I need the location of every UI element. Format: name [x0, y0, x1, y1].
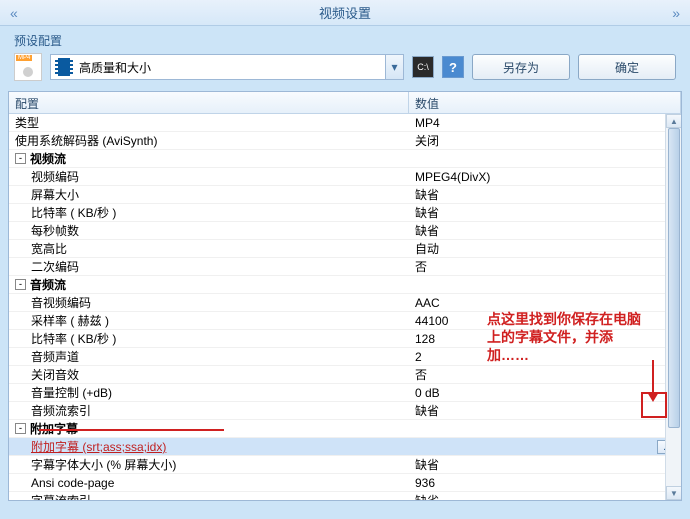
row-value[interactable]: MP4 — [409, 116, 681, 130]
row-label: 字幕流索引 — [31, 492, 91, 500]
chevron-down-icon[interactable]: ▾ — [385, 55, 403, 79]
row-value[interactable]: 否 — [409, 366, 681, 383]
row-value[interactable]: 缺省 — [409, 204, 681, 221]
table-row[interactable]: 屏幕大小 缺省 — [9, 186, 681, 204]
row-value[interactable]: 关闭 — [409, 132, 681, 149]
table-row[interactable]: 类型 MP4 — [9, 114, 681, 132]
row-label: 音频流索引 — [31, 402, 91, 419]
mp4-format-icon — [14, 53, 42, 81]
table-header: 配置 数值 — [9, 92, 681, 114]
scrollbar[interactable]: ▲ ▼ — [665, 114, 681, 500]
expand-toggle-icon[interactable]: - — [15, 279, 26, 290]
row-label: 二次编码 — [31, 258, 79, 275]
expand-toggle-icon[interactable]: - — [15, 153, 26, 164]
row-label: 使用系统解码器 (AviSynth) — [15, 132, 157, 149]
row-label: 音频流 — [30, 276, 66, 293]
row-label: 比特率 ( KB/秒 ) — [31, 330, 116, 347]
row-label: 视频流 — [30, 150, 66, 167]
help-button[interactable]: ? — [442, 56, 464, 78]
row-label: 比特率 ( KB/秒 ) — [31, 204, 116, 221]
table-row[interactable]: 音频声道 2 — [9, 348, 681, 366]
table-row[interactable]: 视频编码 MPEG4(DivX) — [9, 168, 681, 186]
row-label: 视频编码 — [31, 168, 79, 185]
table-row[interactable]: 音频流索引缺省 — [9, 402, 681, 420]
config-table: 配置 数值 类型MP4使用系统解码器 (AviSynth)关闭-视频流视频编码M… — [8, 91, 682, 501]
ok-button[interactable]: 确定 — [578, 54, 676, 80]
row-label: 每秒帧数 — [31, 222, 79, 239]
preset-label: 预设配置 — [14, 32, 676, 49]
table-row[interactable]: 使用系统解码器 (AviSynth) 关闭 — [9, 132, 681, 150]
table-row[interactable]: Ansi code-page 936 — [9, 474, 681, 492]
row-value[interactable]: 128 — [409, 332, 681, 346]
prev-icon[interactable]: « — [10, 5, 18, 21]
row-label: 宽高比 — [31, 240, 67, 257]
table-row[interactable]: 字幕字体大小 (% 屏幕大小) 缺省 — [9, 456, 681, 474]
annotation-target-box — [641, 392, 667, 418]
table-row[interactable]: 采样率 ( 赫兹 ) 44100 — [9, 312, 681, 330]
preset-value: 高质量和大小 — [79, 59, 151, 76]
column-header-name[interactable]: 配置 — [9, 92, 409, 113]
annotation-underline — [39, 429, 224, 431]
film-icon — [55, 58, 73, 76]
preset-section: 预设配置 高质量和大小 ▾ C:\ ? 另存为 确定 — [0, 26, 690, 91]
row-label: 字幕字体大小 (% 屏幕大小) — [31, 456, 176, 473]
table-row[interactable]: 每秒帧数 缺省 — [9, 222, 681, 240]
preset-dropdown[interactable]: 高质量和大小 ▾ — [50, 54, 404, 80]
expand-toggle-icon[interactable]: - — [15, 423, 26, 434]
row-label: 音视频编码 — [31, 294, 91, 311]
table-row[interactable]: 二次编码 否 — [9, 258, 681, 276]
annotation-arrow-line — [652, 360, 654, 396]
console-button[interactable]: C:\ — [412, 56, 434, 78]
row-value[interactable]: .. — [409, 440, 681, 454]
row-value[interactable]: 缺省 — [409, 222, 681, 239]
row-value[interactable]: 缺省 — [409, 186, 681, 203]
table-row[interactable]: 比特率 ( KB/秒 ) 缺省 — [9, 204, 681, 222]
row-value[interactable]: MPEG4(DivX) — [409, 170, 681, 184]
table-row[interactable]: 关闭音效 否 — [9, 366, 681, 384]
next-icon[interactable]: » — [672, 5, 680, 21]
row-label: 类型 — [15, 114, 39, 131]
row-value[interactable]: 44100 — [409, 314, 681, 328]
table-row[interactable]: 附加字幕 (srt;ass;ssa;idx).. — [9, 438, 681, 456]
table-row[interactable]: -视频流 — [9, 150, 681, 168]
scroll-up-icon[interactable]: ▲ — [666, 114, 682, 128]
scroll-down-icon[interactable]: ▼ — [666, 486, 682, 500]
table-row[interactable]: 音视频编码 AAC — [9, 294, 681, 312]
table-body: 类型MP4使用系统解码器 (AviSynth)关闭-视频流视频编码MPEG4(D… — [9, 114, 681, 500]
row-value[interactable]: 否 — [409, 258, 681, 275]
row-label: 音量控制 (+dB) — [31, 384, 112, 401]
row-value[interactable]: 缺省 — [409, 492, 681, 500]
titlebar: « 视频设置 » — [0, 0, 690, 26]
row-value[interactable]: 自动 — [409, 240, 681, 257]
save-as-button[interactable]: 另存为 — [472, 54, 570, 80]
row-label: 屏幕大小 — [31, 186, 79, 203]
table-row[interactable]: -音频流 — [9, 276, 681, 294]
row-value[interactable]: AAC — [409, 296, 681, 310]
table-row[interactable]: 宽高比 自动 — [9, 240, 681, 258]
row-label: 音频声道 — [31, 348, 79, 365]
dialog-title: 视频设置 — [319, 3, 371, 22]
row-label: 关闭音效 — [31, 366, 79, 383]
row-value[interactable]: 936 — [409, 476, 681, 490]
row-value[interactable]: 缺省 — [409, 456, 681, 473]
row-label: 附加字幕 (srt;ass;ssa;idx) — [31, 438, 166, 455]
column-header-value[interactable]: 数值 — [409, 92, 681, 113]
row-label: 采样率 ( 赫兹 ) — [31, 312, 109, 329]
table-row[interactable]: 字幕流索引 缺省 — [9, 492, 681, 500]
scrollbar-thumb[interactable] — [668, 128, 680, 428]
row-label: Ansi code-page — [31, 476, 114, 490]
preset-row: 高质量和大小 ▾ C:\ ? 另存为 确定 — [14, 53, 676, 81]
table-row[interactable]: 比特率 ( KB/秒 ) 128 — [9, 330, 681, 348]
row-value[interactable]: 2 — [409, 350, 681, 364]
table-row[interactable]: 音量控制 (+dB)0 dB — [9, 384, 681, 402]
